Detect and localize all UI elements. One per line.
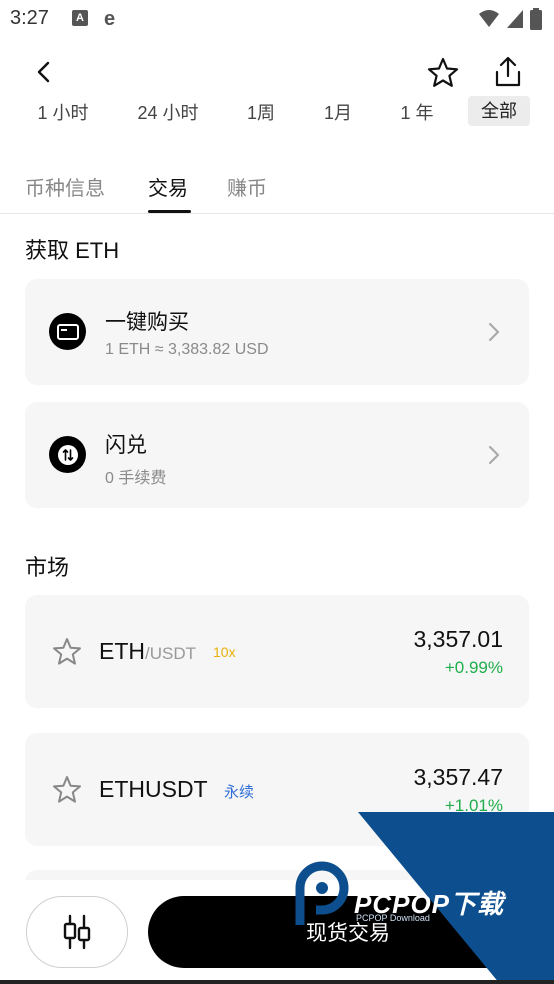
market-change: +1.01% [444,796,503,815]
market-symbol: ETHUSDT [99,776,208,803]
market-price: 3,357.01 [413,626,503,652]
share-icon[interactable] [490,54,526,90]
favorite-star-icon[interactable] [425,55,461,91]
market-item-eth-usdt[interactable]: ETH/USDT 10x 3,357.01 +0.99% [25,595,529,708]
flash-swap-title: 闪兑 [105,434,147,457]
range-1y[interactable]: 1 年 [388,98,446,128]
range-1m[interactable]: 1月 [313,98,363,128]
chevron-right-icon [488,322,500,342]
spot-trade-button[interactable]: 现货交易 [148,896,548,968]
market-section-title: 市场 [25,555,70,580]
active-tab-indicator [148,210,191,213]
signal-icon [507,10,523,28]
top-bar [0,50,554,94]
battery-icon [530,8,542,30]
tab-earn[interactable]: 赚币 [227,172,267,201]
market-change: +0.99% [444,658,503,677]
tab-coin-info[interactable]: 币种信息 [25,172,105,201]
range-1h[interactable]: 1 小时 [24,98,102,128]
swap-icon [49,436,86,473]
quick-buy-rate: 1 ETH ≈ 3,383.82 USD [105,341,269,358]
a-notification-icon: A [72,10,88,26]
market-base: ETHUSDT [99,776,208,802]
bottom-action-bar: 现货交易 [0,880,554,984]
range-1w[interactable]: 1周 [236,98,286,128]
content-tabs: 币种信息 交易 赚币 [0,168,554,214]
status-time: 3:27 [10,7,49,29]
market-base: ETH [99,638,145,664]
star-outline-icon[interactable] [51,636,83,668]
tab-trade[interactable]: 交易 [148,172,188,201]
range-all[interactable]: 全部 [468,96,530,126]
candlestick-icon [63,914,91,950]
time-range-selector: 1 小时 24 小时 1周 1月 1 年 全部 [0,96,554,130]
chart-button[interactable] [26,896,128,968]
market-quote: /USDT [145,644,196,663]
status-indicators [478,8,542,30]
perpetual-badge: 永续 [224,784,255,801]
acquire-section-title: 获取 ETH [25,238,120,263]
wifi-icon [479,10,499,27]
chevron-right-icon [488,445,500,465]
flash-swap-fee: 0 手续费 [105,470,167,487]
e-notification-icon: e [104,8,116,30]
market-price: 3,357.47 [413,764,503,790]
star-outline-icon[interactable] [51,774,83,806]
flash-swap-card[interactable]: 闪兑 0 手续费 [25,402,529,508]
bottom-edge [0,980,554,984]
status-bar: 3:27 A e [0,0,554,40]
market-item-ethusdt-perp[interactable]: ETHUSDT 永续 3,357.47 +1.01% [25,733,529,846]
range-24h[interactable]: 24 小时 [128,98,208,128]
leverage-badge: 10x [213,644,236,660]
market-symbol: ETH/USDT [99,638,196,665]
quick-buy-card[interactable]: 一键购买 1 ETH ≈ 3,383.82 USD [25,279,529,385]
back-icon[interactable] [28,56,60,88]
card-icon [49,313,86,350]
quick-buy-title: 一键购买 [105,311,189,334]
